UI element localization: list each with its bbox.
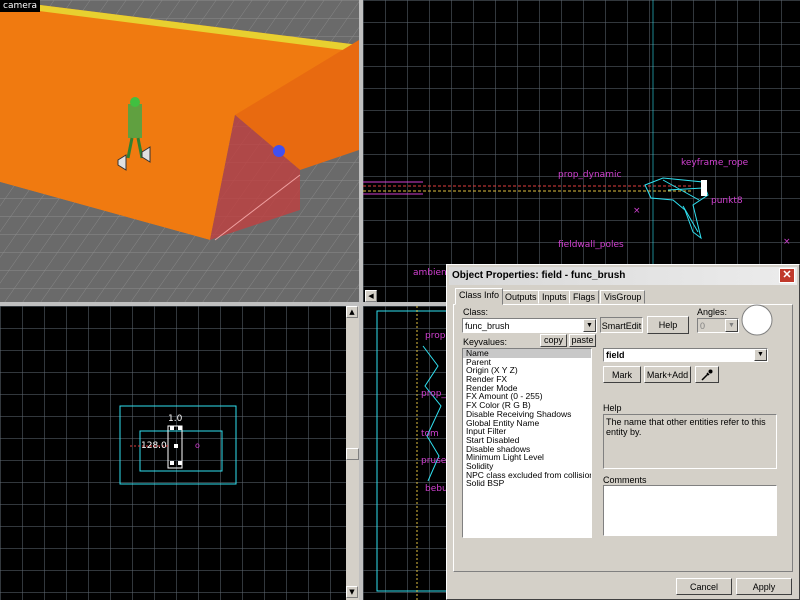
help-text-box: The name that other entities refer to th… [603, 414, 777, 469]
front-view-geometry [376, 306, 447, 600]
tab-inputs[interactable]: Inputs [538, 290, 571, 304]
tab-visgroup[interactable]: VisGroup [600, 290, 646, 304]
svg-text:×: × [783, 237, 791, 247]
camera-viewport[interactable]: camera [0, 0, 359, 302]
smartedit-button[interactable]: SmartEdit [600, 317, 643, 333]
value-combo[interactable]: field ▼ [603, 348, 768, 362]
value-chevron-down-icon[interactable]: ▼ [754, 349, 767, 361]
svg-text:×: × [633, 206, 641, 216]
value-text: field [606, 350, 625, 360]
dialog-title: Object Properties: field - func_brush [452, 270, 626, 281]
object-properties-dialog: Object Properties: field - func_brush ✕ … [446, 264, 800, 600]
top-view-geometry: × × [363, 0, 791, 302]
label-prop: prop [425, 331, 446, 341]
label-prop-dynamic: prop_dynamic [558, 170, 622, 180]
class-label: Class: [463, 307, 489, 317]
label-pruse: pruse [421, 456, 447, 466]
comments-textarea[interactable] [603, 485, 777, 536]
help-section-label: Help [603, 403, 622, 413]
cancel-button[interactable]: Cancel [676, 578, 732, 595]
angles-label: Angles: [697, 307, 728, 317]
comments-label: Comments [603, 475, 647, 485]
label-bebu: bebu [425, 484, 447, 494]
keyvalues-list[interactable]: Name Parent Origin (X Y Z) Render FX Ren… [462, 348, 592, 538]
camera-scene [0, 0, 359, 302]
help-button[interactable]: Help [647, 316, 689, 334]
label-punkt8: punkt8 [711, 196, 743, 206]
label-fieldwall-poles: fieldwall_poles [558, 240, 624, 250]
class-select[interactable]: func_brush ▼ [462, 318, 597, 333]
chevron-down-icon[interactable]: ▼ [583, 319, 596, 332]
paste-button[interactable]: paste [569, 334, 596, 347]
keyvalues-label: Keyvalues: [463, 337, 508, 347]
eyedropper-icon[interactable] [695, 366, 719, 383]
tab-flags[interactable]: Flags [569, 290, 600, 304]
class-value: func_brush [465, 321, 510, 331]
label-prop-dy: prop_dy [421, 389, 447, 399]
scroll-down-button[interactable]: ▼ [346, 586, 358, 598]
dimension-width-label: 1.0 [168, 414, 183, 424]
mark-add-button[interactable]: Mark+Add [644, 366, 691, 383]
angles-chevron-down-icon[interactable]: ▼ [725, 319, 738, 332]
side-view-geometry: o [119, 405, 237, 485]
angle-dial-icon[interactable] [740, 303, 774, 337]
apply-button[interactable]: Apply [736, 578, 792, 595]
svg-text:o: o [195, 441, 200, 450]
front-view-viewport[interactable]: prop prop_dy tom pruse bebu [363, 306, 447, 600]
dialog-titlebar[interactable]: Object Properties: field - func_brush ✕ [449, 267, 797, 285]
eyedropper-glyph [701, 369, 713, 381]
side-view-scrollbar[interactable]: ▲ ▼ [346, 306, 359, 600]
copy-button[interactable]: copy [540, 334, 567, 347]
angles-input[interactable]: 0 ▼ [697, 318, 739, 333]
tab-class-info[interactable]: Class Info [455, 288, 504, 305]
scroll-thumb[interactable] [346, 448, 359, 460]
scroll-up-button[interactable]: ▲ [346, 306, 358, 318]
close-icon[interactable]: ✕ [779, 268, 795, 283]
label-keyframe-rope: keyframe_rope [681, 158, 749, 168]
angles-value: 0 [700, 321, 706, 331]
dimension-height-label: 128.0 [141, 441, 167, 451]
label-ambient: ambien [413, 268, 447, 278]
list-item[interactable]: Solid BSP [463, 479, 591, 488]
scroll-left-button[interactable]: ◀ [365, 290, 377, 302]
help-text: The name that other entities refer to th… [606, 417, 766, 437]
top-view-viewport[interactable]: × × prop_dynamic keyframe_rope punkt8 fi… [363, 0, 800, 302]
side-view-viewport[interactable]: o 1.0 128.0 [0, 306, 346, 600]
mark-button[interactable]: Mark [603, 366, 641, 383]
label-tom: tom [421, 429, 439, 439]
camera-label: camera [0, 0, 40, 12]
tab-outputs[interactable]: Outputs [501, 290, 541, 304]
